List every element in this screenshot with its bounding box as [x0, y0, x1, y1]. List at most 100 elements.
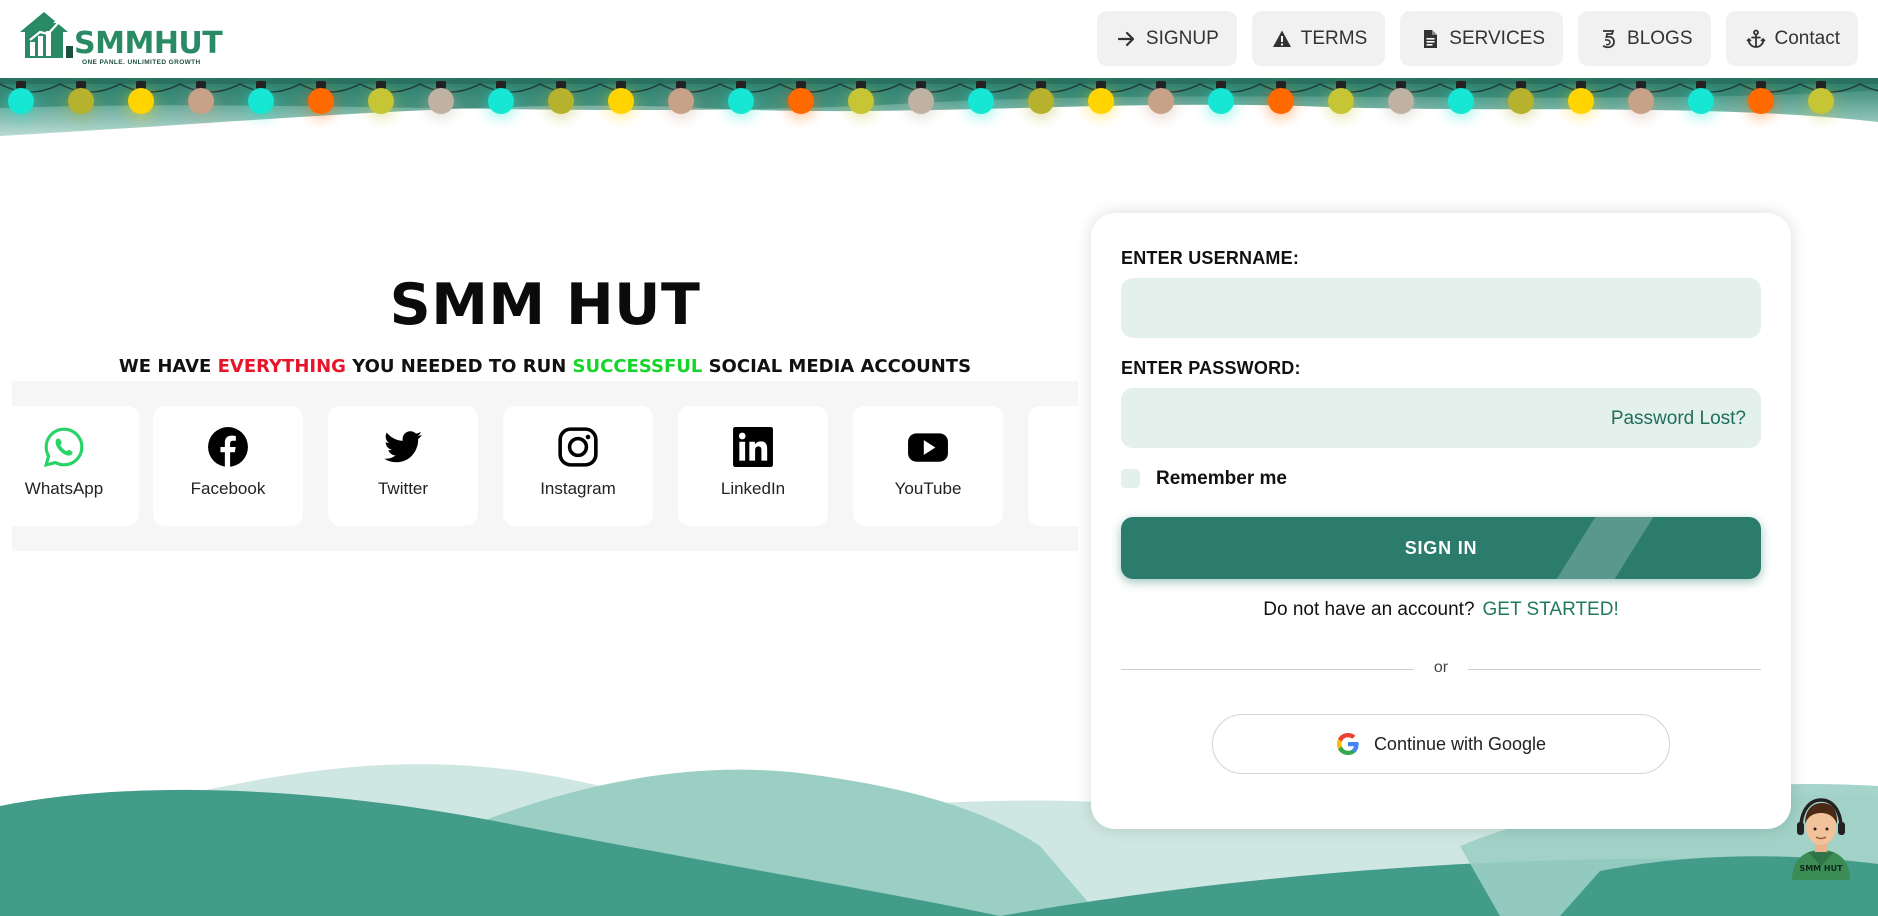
support-avatar-icon[interactable]: SMM HUT	[1786, 794, 1856, 880]
nav-blogs[interactable]: BLOGS	[1578, 11, 1711, 66]
nav-signup[interactable]: SIGNUP	[1096, 11, 1237, 66]
light-bulb	[1088, 88, 1114, 114]
bulb-cap	[1396, 81, 1406, 89]
light-bulb	[668, 88, 694, 114]
nav-terms[interactable]: TERMS	[1251, 11, 1386, 66]
youtube-icon	[908, 433, 948, 462]
logo-tagline: ONE PANLE. UNLIMITED GROWTH	[82, 59, 201, 66]
get-started-link[interactable]: GET STARTED!	[1483, 599, 1619, 620]
remember-me-label: Remember me	[1156, 468, 1287, 489]
hero-subtitle-part2: YOU NEEDED TO RUN	[345, 356, 573, 377]
sign-in-button-label: SIGN IN	[1404, 537, 1478, 558]
logo-text: SMMHUT	[74, 26, 223, 61]
nav-services[interactable]: SERVICES	[1400, 11, 1564, 66]
bulb-cap	[316, 81, 326, 89]
bulb-cap	[1156, 81, 1166, 89]
bulb-cap	[616, 81, 626, 89]
bulb-cap	[916, 81, 926, 89]
light-bulb	[1328, 88, 1354, 114]
document-icon	[1424, 29, 1438, 48]
username-label: ENTER USERNAME:	[1121, 248, 1300, 268]
platform-label: Facebook	[190, 479, 266, 498]
or-separator: or	[1433, 659, 1449, 676]
bulb-cap	[1276, 81, 1286, 89]
light-bulb	[608, 88, 634, 114]
light-bulb	[848, 88, 874, 114]
platform-card-whatsapp[interactable]: WhatsApp	[12, 406, 139, 526]
button-shine	[1556, 517, 1654, 579]
bulb-cap	[1816, 81, 1826, 89]
nav-contact[interactable]: Contact	[1725, 11, 1858, 66]
light-bulb	[368, 88, 394, 114]
bulb-cap	[1516, 81, 1526, 89]
light-bulb	[128, 88, 154, 114]
hero-title: SMM HUT	[389, 272, 701, 338]
arrow-right-icon	[1117, 31, 1135, 46]
light-bulb	[968, 88, 994, 114]
light-bulb	[908, 88, 934, 114]
whatsapp-icon	[43, 427, 84, 468]
no-account-row: Do not have an account? GET STARTED!	[1091, 599, 1791, 621]
nav-blogs-label: BLOGS	[1627, 27, 1693, 49]
light-bulb	[1748, 88, 1774, 114]
continue-with-google-button[interactable]: Continue with Google	[1212, 714, 1670, 774]
hero-subtitle-part3: SOCIAL MEDIA ACCOUNTS	[702, 356, 972, 377]
nav-terms-label: TERMS	[1300, 27, 1368, 49]
platform-label: YouTube	[894, 479, 962, 498]
light-bulb	[1028, 88, 1054, 114]
bulb-cap	[376, 81, 386, 89]
anchor-icon	[1745, 29, 1766, 48]
site-logo[interactable]: SMMHUT ONE PANLE. UNLIMITED GROWTH	[20, 10, 223, 66]
platform-card-facebook[interactable]: Facebook	[153, 406, 303, 526]
hero-subtitle-part1: WE HAVE	[118, 356, 218, 377]
light-bulb	[8, 88, 34, 114]
bulb-cap	[856, 81, 866, 89]
light-bulb	[1208, 88, 1234, 114]
hero-subtitle-highlight-everything: EVERYTHING	[217, 356, 346, 377]
light-bulb	[488, 88, 514, 114]
no-account-text: Do not have an account?	[1263, 599, 1475, 620]
bulb-cap	[1456, 81, 1466, 89]
light-bulb	[428, 88, 454, 114]
platform-card-twitter[interactable]: Twitter	[328, 406, 478, 526]
light-bulb	[1688, 88, 1714, 114]
bulb-cap	[796, 81, 806, 89]
light-bulb	[1448, 88, 1474, 114]
remember-me-checkbox[interactable]	[1121, 469, 1140, 488]
bulb-cap	[436, 81, 446, 89]
password-lost-link[interactable]: Password Lost?	[1611, 408, 1746, 430]
christmas-lights-garland	[0, 78, 1878, 136]
bulb-cap	[256, 81, 266, 89]
divider-right	[1468, 669, 1761, 670]
platform-label: WhatsApp	[24, 479, 104, 498]
light-bulb	[1568, 88, 1594, 114]
light-bulb	[308, 88, 334, 114]
bulb-cap	[556, 81, 566, 89]
platform-card-youtube[interactable]: YouTube	[853, 406, 1003, 526]
facebook-icon	[208, 427, 248, 467]
light-bulb	[1808, 88, 1834, 114]
platform-carousel[interactable]: WhatsApp Facebook Twitter Instagram Link…	[12, 381, 1078, 551]
bulb-cap	[1096, 81, 1106, 89]
bulb-cap	[136, 81, 146, 89]
warning-icon	[1272, 30, 1291, 47]
linkedin-icon	[733, 427, 773, 467]
blog-icon	[1602, 29, 1615, 48]
platform-label: LinkedIn	[720, 479, 786, 498]
hero-subtitle-highlight-successful: SUCCESSFUL	[572, 356, 703, 377]
login-card: ENTER USERNAME: ENTER PASSWORD: Password…	[1091, 213, 1791, 829]
hero-subtitle: WE HAVE EVERYTHING YOU NEEDED TO RUN SUC…	[0, 356, 1090, 377]
house-chart-icon	[20, 12, 73, 58]
password-label: ENTER PASSWORD:	[1121, 358, 1301, 378]
light-bulb	[548, 88, 574, 114]
platform-label: Twitter	[377, 479, 429, 498]
platform-card-instagram[interactable]: Instagram	[503, 406, 653, 526]
continue-with-google-label: Continue with Google	[1373, 733, 1547, 754]
sign-in-button[interactable]: SIGN IN	[1121, 517, 1761, 579]
username-input[interactable]	[1121, 278, 1761, 338]
bulb-cap	[1696, 81, 1706, 89]
platform-label: Instagram	[540, 479, 616, 498]
platform-card-linkedin[interactable]: LinkedIn	[678, 406, 828, 526]
light-bulb	[1148, 88, 1174, 114]
platform-card-partial[interactable]: P	[1028, 406, 1078, 526]
